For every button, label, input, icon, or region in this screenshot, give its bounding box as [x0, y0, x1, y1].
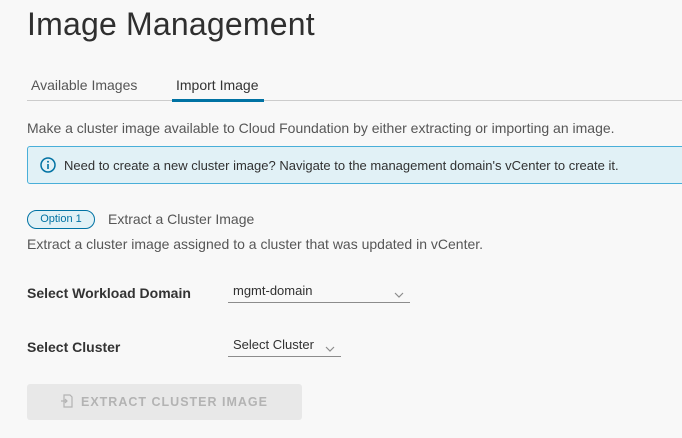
tab-import-image[interactable]: Import Image: [172, 77, 265, 102]
cluster-label: Select Cluster: [27, 339, 121, 355]
page-description: Make a cluster image available to Cloud …: [27, 120, 615, 136]
chevron-down-icon: [325, 341, 335, 352]
extract-icon: [60, 394, 74, 408]
workload-domain-select[interactable]: mgmt-domain: [228, 281, 410, 303]
workload-domain-label: Select Workload Domain: [27, 285, 191, 301]
cluster-value: Select Cluster: [233, 337, 314, 352]
option-description: Extract a cluster image assigned to a cl…: [27, 236, 484, 252]
info-icon: [40, 157, 56, 173]
info-banner: Need to create a new cluster image? Navi…: [27, 146, 682, 184]
tab-bar: Available Images Import Image: [27, 74, 682, 102]
page-title: Image Management: [27, 6, 315, 42]
cluster-select[interactable]: Select Cluster: [228, 335, 341, 357]
workload-domain-value: mgmt-domain: [233, 283, 313, 298]
banner-text: Need to create a new cluster image? Navi…: [64, 158, 619, 173]
option-title: Extract a Cluster Image: [108, 211, 255, 227]
extract-cluster-image-button[interactable]: EXTRACT CLUSTER IMAGE: [27, 384, 302, 420]
option-badge: Option 1: [27, 210, 95, 229]
extract-button-label: EXTRACT CLUSTER IMAGE: [81, 395, 268, 409]
chevron-down-icon: [394, 287, 404, 298]
tab-available-images[interactable]: Available Images: [31, 77, 137, 99]
